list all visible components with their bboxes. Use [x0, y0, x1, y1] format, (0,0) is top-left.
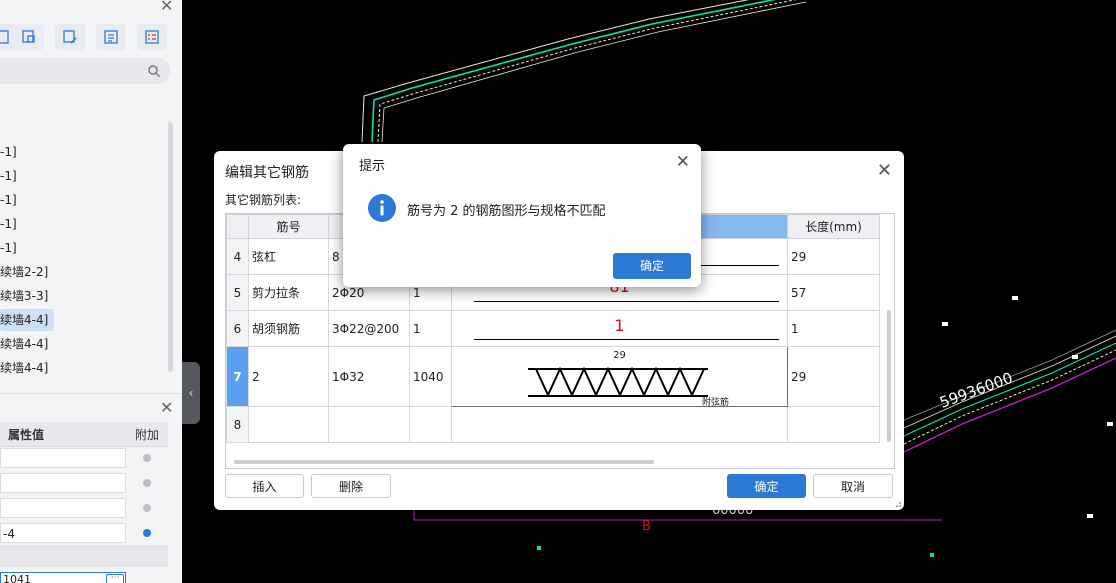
attach-header: 附加	[135, 428, 160, 442]
cell-length[interactable]: 57	[787, 274, 880, 311]
shape-line	[474, 339, 779, 340]
property-value-header: 属性值	[8, 428, 45, 442]
alert-ok-button[interactable]: 确定	[613, 253, 691, 279]
checklist-icon	[145, 30, 159, 44]
cell-shape[interactable]	[451, 406, 788, 443]
properties-close-icon[interactable]: ✕	[160, 400, 173, 416]
table-row[interactable]: 6 胡须钢筋 3Φ22@200 1 1 1	[226, 310, 880, 347]
tree-item[interactable]: 续墙4-4]	[0, 333, 48, 355]
cell-length[interactable]: 1	[787, 310, 880, 347]
cell-count[interactable]: 1	[409, 310, 452, 347]
cancel-button[interactable]: 取消	[813, 474, 893, 498]
close-icon[interactable]: ✕	[676, 152, 690, 172]
tree-item[interactable]: 续墙3-3]	[0, 285, 48, 307]
cell-spec[interactable]: 3Φ22@200	[328, 310, 410, 347]
alert-message: 筋号为 2 的钢筋图形与规格不匹配	[407, 204, 606, 219]
cell-bar-no[interactable]: 胡须钢筋	[248, 310, 329, 347]
tree-scrollbar[interactable]	[168, 122, 173, 372]
cell-bar-no[interactable]: 剪力拉条	[248, 274, 329, 311]
left-panel: ✕ -1] -1] -1] -1] -1] 续墙2-2] 续墙3-3] 续墙4-4] 续墙4-4…	[0, 0, 182, 583]
row-number: 5	[226, 274, 249, 311]
edit-icon	[63, 30, 77, 44]
row-number: 8	[226, 406, 249, 443]
cell-count[interactable]: 1040	[409, 346, 452, 407]
list-icon	[104, 30, 118, 44]
info-icon	[368, 194, 396, 222]
shape-line	[474, 301, 779, 302]
cell-count[interactable]	[409, 406, 452, 443]
tree-item[interactable]: -1]	[0, 189, 17, 211]
close-icon[interactable]: ✕	[877, 160, 892, 181]
search-icon	[148, 65, 160, 77]
cell-length[interactable]	[787, 406, 880, 443]
horizontal-scrollbar[interactable]	[234, 460, 654, 464]
attach-radio-3[interactable]	[143, 504, 151, 512]
shape-number: 1	[614, 316, 625, 335]
table-row-active[interactable]: 7 2 1Φ32 1040 29 附弦筋 29	[226, 346, 880, 408]
tree-item[interactable]: 续墙2-2]	[0, 261, 48, 283]
toolbar-button-3[interactable]	[55, 24, 85, 50]
dialog-title: 编辑其它钢筋	[225, 165, 309, 181]
row-number: 7	[226, 346, 249, 407]
cell-length[interactable]: 29	[787, 238, 880, 275]
cell-bar-no[interactable]: 弦杠	[248, 238, 329, 275]
tree-item[interactable]: -1]	[0, 213, 17, 235]
cad-red-mark: B	[642, 519, 651, 534]
row-number: 6	[226, 310, 249, 347]
cell-bar-no[interactable]: 2	[248, 346, 329, 407]
cell-shape-current[interactable]: 29 附弦筋	[451, 346, 788, 408]
copy-icon	[22, 30, 35, 43]
tree-item[interactable]: 续墙4-4]	[0, 309, 55, 331]
toolbar-button-5[interactable]	[137, 24, 167, 50]
toolbar-button-4[interactable]	[96, 24, 126, 50]
tree-item[interactable]: -1]	[0, 141, 17, 163]
alert-dialog: 提示 ✕ 筋号为 2 的钢筋图形与规格不匹配 确定	[343, 144, 701, 287]
property-field-3[interactable]	[0, 498, 126, 518]
column-header-bar-no[interactable]: 筋号	[248, 214, 329, 239]
cell-length[interactable]: 29	[787, 346, 880, 407]
cell-spec[interactable]	[328, 406, 410, 443]
ellipsis-button[interactable]: ···	[106, 574, 124, 583]
properties-panel: ✕ 属性值 附加 -4 1041 ···	[0, 393, 182, 583]
property-field-4[interactable]: -4	[0, 523, 126, 543]
vertical-scrollbar[interactable]	[887, 310, 891, 442]
column-header-rownum	[226, 214, 249, 239]
property-field-1[interactable]	[0, 448, 126, 468]
resize-grip-icon[interactable]	[894, 500, 902, 508]
row-number: 4	[226, 238, 249, 275]
cell-shape[interactable]: 1	[451, 310, 788, 347]
properties-header: 属性值 附加	[0, 422, 168, 447]
shape-number: 29	[613, 350, 626, 361]
alert-title: 提示	[359, 159, 386, 174]
table-row[interactable]: 8	[226, 406, 880, 443]
ok-button[interactable]: 确定	[727, 474, 806, 498]
attach-radio-1[interactable]	[143, 454, 151, 462]
cad-dimension-text: 59936000	[937, 369, 1015, 412]
property-group-row	[0, 545, 168, 567]
column-header-length[interactable]: 长度(mm)	[787, 214, 880, 239]
property-field-2[interactable]	[0, 473, 126, 493]
tree-item[interactable]: 续墙4-4]	[0, 357, 48, 379]
delete-button[interactable]: 删除	[311, 474, 391, 498]
insert-button[interactable]: 插入	[225, 474, 304, 498]
cell-spec[interactable]: 1Φ32	[328, 346, 410, 407]
attach-radio-4[interactable]	[143, 529, 151, 537]
toolbar-button-2[interactable]	[14, 24, 44, 50]
tree-item[interactable]: -1]	[0, 165, 17, 187]
close-icon[interactable]: ✕	[160, 0, 173, 14]
search-input[interactable]	[0, 58, 170, 84]
tree-item[interactable]: -1]	[0, 237, 17, 259]
truss-shape-icon	[528, 366, 708, 398]
doc-icon	[0, 30, 9, 44]
attach-radio-2[interactable]	[143, 479, 151, 487]
rebar-list-label: 其它钢筋列表:	[225, 193, 302, 207]
cell-bar-no[interactable]	[248, 406, 329, 443]
